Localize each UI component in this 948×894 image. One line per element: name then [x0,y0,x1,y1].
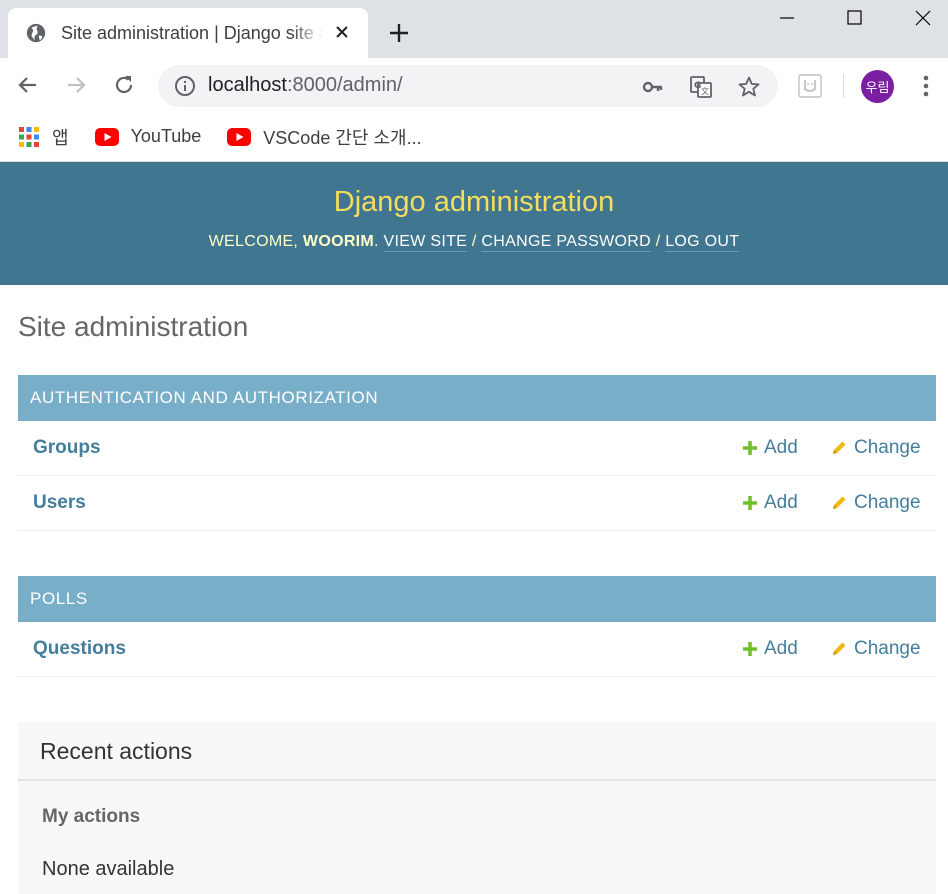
module-caption[interactable]: AUTHENTICATION AND AUTHORIZATION [18,375,936,421]
translate-icon[interactable]: G文 [689,75,713,99]
model-row-questions: Questions Add Change [18,622,936,677]
no-actions-text: None available [42,858,175,880]
module-caption[interactable]: POLLS [18,576,936,622]
pencil-icon [833,441,846,454]
change-label: Change [854,492,921,513]
model-row-users: Users Add Change [18,476,936,531]
apps-grid-icon [19,126,39,147]
view-site-link[interactable]: VIEW SITE [383,233,468,252]
url-host: localhost [208,74,287,96]
page-title: Site administration [18,311,249,342]
bookmark-label: VSCode 간단 소개... [263,127,422,148]
key-icon[interactable] [641,75,665,99]
model-row-groups: Groups Add Change [18,421,936,476]
address-bar[interactable]: localhost:8000/admin/ G文 [158,65,778,107]
separator: / [650,233,666,250]
change-link[interactable]: Change [830,492,921,514]
back-arrow-icon[interactable] [16,73,40,97]
add-link[interactable]: Add [742,492,798,514]
bookmark-vscode[interactable]: VSCode 간단 소개... [227,124,422,150]
tab-title: Site administration | Django site admin [61,22,323,43]
toolbar-separator [843,74,844,98]
separator: / [467,233,482,250]
extension-icon[interactable] [798,74,822,98]
bookmarks-bar: 앱 YouTube VSCode 간단 소개... [0,112,948,162]
model-link-users[interactable]: Users [33,492,86,514]
welcome-text: WELCOME, [208,233,303,250]
main-content: Site administration AUTHENTICATION AND A… [0,311,948,894]
change-link[interactable]: Change [830,638,921,660]
profile-avatar[interactable]: 우림 [861,70,894,103]
pencil-icon [833,496,846,509]
change-link[interactable]: Change [830,437,921,459]
bookmark-label: YouTube [130,126,202,146]
app-module-polls: POLLS Questions Add Change [18,576,936,677]
bookmark-apps[interactable]: 앱 [18,124,69,150]
maximize-icon[interactable] [845,8,865,28]
plus-icon [743,441,757,455]
new-tab-plus-icon[interactable] [388,22,410,44]
my-actions-heading: My actions [42,806,141,827]
browser-tabstrip: Site administration | Django site admin [0,0,948,58]
add-label: Add [764,492,798,513]
forward-arrow-icon[interactable] [64,73,88,97]
site-info-icon[interactable] [174,75,196,97]
change-label: Change [854,437,921,458]
add-link[interactable]: Add [742,638,798,660]
model-link-groups[interactable]: Groups [33,437,101,459]
recent-actions-title: Recent actions [18,722,936,781]
plus-icon [743,496,757,510]
reload-icon[interactable] [112,73,136,97]
bookmark-star-icon[interactable] [737,75,761,99]
close-tab-icon[interactable] [332,22,352,42]
recent-actions-panel: Recent actions My actions None available [18,722,936,894]
username: WOORIM [302,233,375,250]
site-brand[interactable]: Django administration [0,162,948,219]
globe-icon [26,23,46,43]
bookmark-label: 앱 [52,127,69,148]
add-label: Add [764,437,798,458]
user-tools: WELCOME, WOORIM. VIEW SITE / CHANGE PASS… [0,233,948,252]
pencil-icon [833,642,846,655]
admin-header: Django administration WELCOME, WOORIM. V… [0,162,948,285]
close-window-icon[interactable] [913,8,933,28]
add-link[interactable]: Add [742,437,798,459]
log-out-link[interactable]: LOG OUT [665,233,740,252]
svg-text:文: 文 [701,86,709,96]
change-password-link[interactable]: CHANGE PASSWORD [481,233,651,252]
url-path: :8000/admin/ [286,74,403,96]
minimize-icon[interactable] [777,8,797,28]
model-link-questions[interactable]: Questions [33,638,126,660]
url-text: localhost:8000/admin/ [208,74,403,97]
more-menu-icon[interactable] [914,72,938,100]
youtube-icon [227,127,252,146]
change-label: Change [854,638,921,659]
welcome-period: . [374,233,384,250]
app-module-auth: AUTHENTICATION AND AUTHORIZATION Groups … [18,375,936,531]
bookmark-youtube[interactable]: YouTube [94,126,202,147]
browser-toolbar: localhost:8000/admin/ G文 우림 [0,58,948,112]
add-label: Add [764,638,798,659]
plus-icon [743,642,757,656]
youtube-icon [94,127,119,146]
browser-tab[interactable]: Site administration | Django site admin [8,8,368,58]
